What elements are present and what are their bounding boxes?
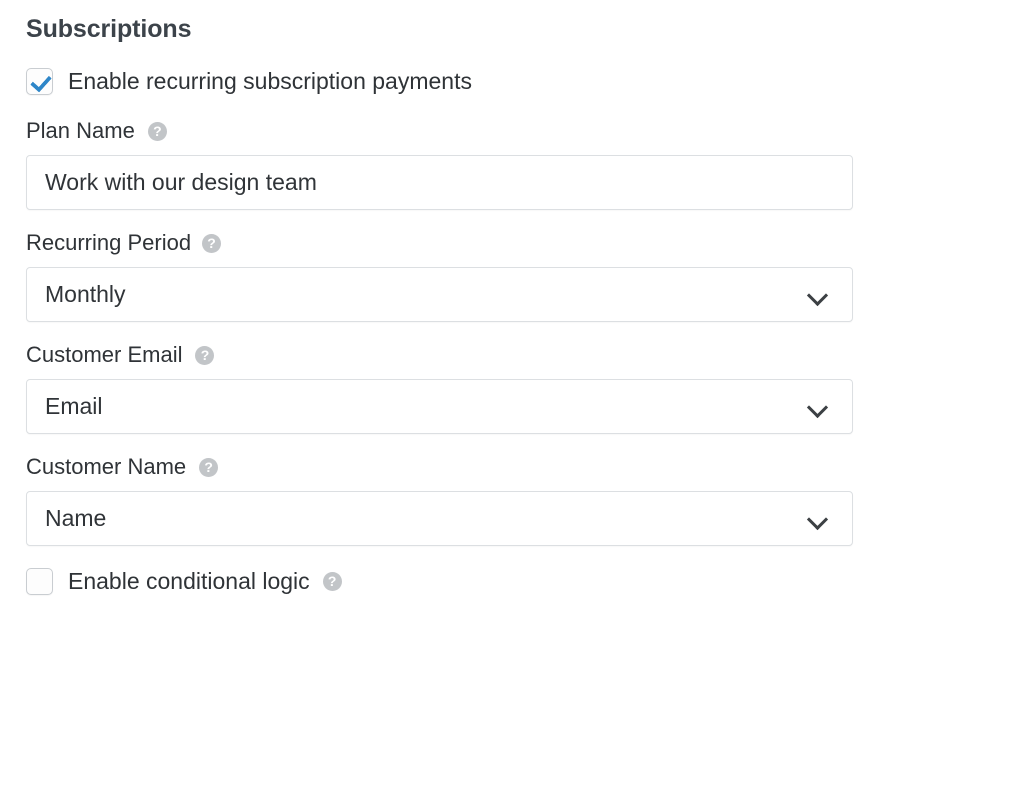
subscriptions-panel: Subscriptions Enable recurring subscript… <box>0 0 1024 596</box>
plan-name-value: Work with our design team <box>45 169 317 195</box>
customer-email-label-row: Customer Email ? <box>26 342 1024 368</box>
help-circle-icon[interactable]: ? <box>202 233 222 253</box>
chevron-down-icon[interactable] <box>808 508 830 530</box>
help-circle-icon[interactable]: ? <box>147 121 167 141</box>
chevron-down-icon[interactable] <box>808 396 830 418</box>
field-recurring-period: Recurring Period ? Monthly <box>26 230 1024 322</box>
customer-name-value: Name <box>45 505 107 531</box>
enable-conditional-logic-row[interactable]: Enable conditional logic ? <box>26 566 1024 596</box>
recurring-period-select[interactable]: Monthly <box>26 267 853 322</box>
checkbox-unchecked-icon[interactable] <box>26 567 53 595</box>
customer-email-value: Email <box>45 393 103 419</box>
help-circle-icon[interactable]: ? <box>195 345 215 365</box>
help-circle-icon[interactable]: ? <box>322 571 342 591</box>
customer-name-label-row: Customer Name ? <box>26 454 1024 480</box>
customer-name-select[interactable]: Name <box>26 491 853 546</box>
customer-email-label: Customer Email <box>26 342 183 367</box>
plan-name-label: Plan Name <box>26 118 135 143</box>
recurring-period-label: Recurring Period <box>26 230 192 255</box>
plan-name-input[interactable]: Work with our design team <box>26 155 853 210</box>
plan-name-label-row: Plan Name ? <box>26 118 1024 144</box>
recurring-period-value: Monthly <box>45 281 126 307</box>
enable-recurring-subscription-label: Enable recurring subscription payments <box>68 67 472 94</box>
field-customer-email: Customer Email ? Email <box>26 342 1024 434</box>
enable-conditional-logic-label: Enable conditional logic <box>68 567 310 594</box>
field-customer-name: Customer Name ? Name <box>26 454 1024 546</box>
customer-name-label: Customer Name <box>26 454 187 479</box>
help-circle-icon[interactable]: ? <box>199 457 219 477</box>
chevron-down-icon[interactable] <box>808 284 830 306</box>
recurring-period-label-row: Recurring Period ? <box>26 230 1024 256</box>
page-title: Subscriptions <box>26 15 192 43</box>
field-plan-name: Plan Name ? Work with our design team <box>26 118 1024 210</box>
enable-recurring-subscription-row[interactable]: Enable recurring subscription payments <box>26 66 1024 96</box>
customer-email-select[interactable]: Email <box>26 379 853 434</box>
checkbox-checked-icon[interactable] <box>26 67 53 95</box>
